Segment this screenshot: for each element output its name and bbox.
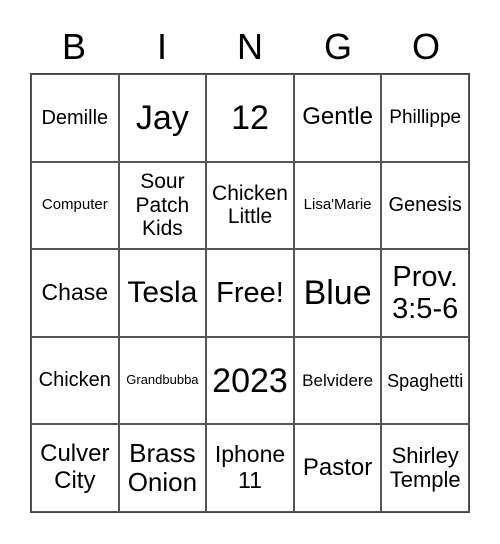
header-letter-g: G (323, 26, 352, 67)
bingo-grid: Demille Jay 12 Gentle Phillippe Computer Sour … (30, 73, 470, 513)
bingo-cell[interactable]: Shirley Temple (381, 424, 469, 512)
bingo-cell[interactable]: Computer (31, 161, 119, 250)
bingo-cell[interactable]: Phillippe (381, 74, 469, 162)
bingo-cell[interactable]: 2023 (206, 336, 294, 425)
bingo-cell[interactable]: Grandbubba (118, 336, 207, 425)
bingo-cell[interactable]: Chicken (31, 336, 119, 425)
bingo-cell[interactable]: Blue (293, 249, 382, 337)
bingo-cell[interactable]: Genesis (381, 161, 469, 250)
bingo-cell[interactable]: Spaghetti (381, 336, 469, 425)
header-letter-i: I (156, 26, 167, 67)
bingo-header: BINGO (30, 22, 470, 72)
bingo-cell[interactable]: Tesla (118, 249, 207, 337)
bingo-cell[interactable]: Brass Onion (118, 424, 207, 512)
header-letter-o: O (411, 26, 440, 67)
bingo-cell[interactable]: Chase (31, 249, 119, 337)
header-letter-n: N (237, 26, 263, 67)
bingo-cell[interactable]: Jay (118, 74, 207, 162)
bingo-cell[interactable]: Prov. 3:5-6 (381, 249, 469, 337)
bingo-cell[interactable]: Culver City (31, 424, 119, 512)
bingo-cell[interactable]: Free! (206, 249, 294, 337)
bingo-cell[interactable]: 12 (206, 74, 294, 162)
bingo-cell[interactable]: Iphone 11 (206, 424, 294, 512)
bingo-cell[interactable]: Pastor (293, 424, 382, 512)
header-letter-b: B (61, 26, 86, 67)
bingo-cell[interactable]: Demille (31, 74, 119, 162)
bingo-cell[interactable]: Lisa'Marie (293, 161, 382, 250)
bingo-cell[interactable]: Belvidere (293, 336, 382, 425)
bingo-cell[interactable]: Gentle (293, 74, 382, 162)
bingo-cell[interactable]: Sour Patch Kids (118, 161, 207, 250)
bingo-cell[interactable]: Chicken Little (206, 161, 294, 250)
